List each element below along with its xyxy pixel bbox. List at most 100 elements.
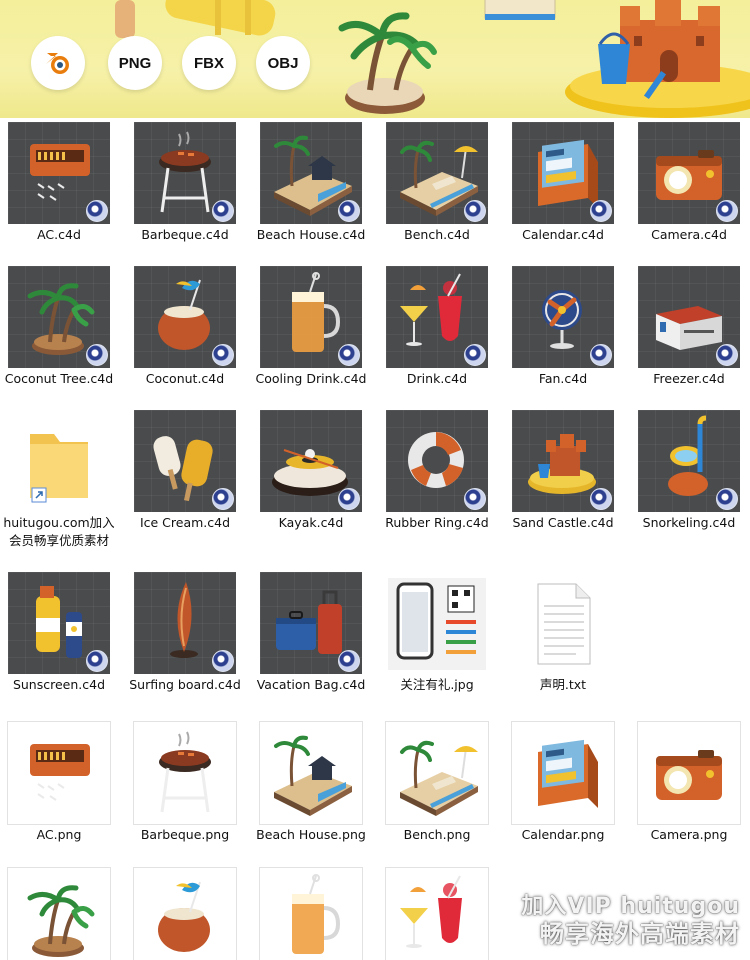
tree-thumbnail <box>8 266 110 368</box>
file-name: 关注有礼.jpg <box>400 677 474 692</box>
file-item[interactable]: huitugou.com加入会员畅享优质素材 <box>0 410 122 550</box>
house-thumbnail <box>260 122 362 224</box>
ring-thumbnail <box>386 410 488 512</box>
cinema4d-icon <box>716 200 738 222</box>
folder-thumbnail <box>8 410 110 512</box>
file-item[interactable]: Coconut.c4d <box>122 266 248 388</box>
blender-icon[interactable] <box>31 36 85 90</box>
bag-thumbnail <box>260 572 362 674</box>
file-name: AC.c4d <box>37 227 81 242</box>
file-item[interactable]: Vacation Bag.c4d <box>248 572 374 694</box>
file-name: Sunscreen.c4d <box>12 677 106 692</box>
file-name: Ice Cream.c4d <box>139 515 231 530</box>
file-name: Bench.c4d <box>404 227 470 242</box>
cinema4d-icon <box>716 344 738 366</box>
camera-thumbnail <box>638 722 740 824</box>
cinema4d-icon <box>464 344 486 366</box>
file-item[interactable]: Barbeque.png <box>122 722 248 844</box>
file-item[interactable]: Sunscreen.c4d <box>0 572 122 694</box>
file-name: Calendar.png <box>521 827 605 842</box>
file-item[interactable]: Ice Cream.c4d <box>122 410 248 532</box>
blender-logo-icon <box>46 53 69 74</box>
file-item[interactable]: Beach House.png <box>248 722 374 844</box>
file-name: Fan.c4d <box>538 371 588 386</box>
cinema4d-icon <box>590 344 612 366</box>
file-item[interactable]: 关注有礼.jpg <box>374 572 500 694</box>
box-decoration <box>484 0 556 20</box>
file-item[interactable]: Camera.png <box>626 722 750 844</box>
bbq-thumbnail <box>134 722 236 824</box>
file-item[interactable]: Freezer.c4d <box>626 266 750 388</box>
fan-thumbnail <box>512 266 614 368</box>
file-item[interactable]: Coconut Tree.c4d <box>0 266 122 388</box>
file-item[interactable]: Snorkeling.c4d <box>626 410 750 532</box>
sand-castle-decoration <box>565 0 750 118</box>
file-name: Coconut.c4d <box>145 371 225 386</box>
file-item[interactable]: Camera.c4d <box>626 122 750 244</box>
cinema4d-icon <box>86 344 108 366</box>
file-item[interactable]: Fan.c4d <box>500 266 626 388</box>
file-name: Beach House.c4d <box>256 227 366 242</box>
file-item[interactable]: Beach House.c4d <box>248 122 374 244</box>
file-item[interactable]: Sand Castle.c4d <box>500 410 626 532</box>
tree-thumbnail <box>8 868 110 960</box>
file-item[interactable]: Rubber Ring.c4d <box>374 410 500 532</box>
watermark-line-2: 畅享海外高端素材 <box>540 920 740 948</box>
file-item[interactable]: AC.c4d <box>0 122 122 244</box>
file-item[interactable] <box>374 868 500 960</box>
file-item[interactable]: Kayak.c4d <box>248 410 374 532</box>
cinema4d-icon <box>464 488 486 510</box>
coconut-thumbnail <box>134 868 236 960</box>
cooling-thumbnail <box>260 868 362 960</box>
file-name: Freezer.c4d <box>653 371 725 386</box>
coconut-thumbnail <box>134 266 236 368</box>
file-item[interactable]: Cooling Drink.c4d <box>248 266 374 388</box>
obj-badge[interactable]: OBJ <box>256 36 310 90</box>
cinema4d-icon <box>86 650 108 672</box>
file-name: Surfing board.c4d <box>129 677 241 692</box>
surf-thumbnail <box>134 572 236 674</box>
file-item[interactable]: Calendar.c4d <box>500 122 626 244</box>
file-item[interactable]: AC.png <box>0 722 122 844</box>
snorkel-thumbnail <box>638 410 740 512</box>
file-item[interactable] <box>248 868 374 960</box>
file-item[interactable]: 声明.txt <box>500 572 626 694</box>
file-item[interactable]: Bench.png <box>374 722 500 844</box>
bbq-thumbnail <box>134 122 236 224</box>
file-name: huitugou.com加入会员畅享优质素材 <box>3 515 115 548</box>
fbx-badge[interactable]: FBX <box>182 36 236 90</box>
file-item[interactable]: Drink.c4d <box>374 266 500 388</box>
cinema4d-icon <box>212 200 234 222</box>
cinema4d-icon <box>212 488 234 510</box>
cinema4d-icon <box>212 344 234 366</box>
file-name: Cooling Drink.c4d <box>255 371 367 386</box>
cinema4d-icon <box>86 200 108 222</box>
file-item[interactable]: Bench.c4d <box>374 122 500 244</box>
file-item[interactable]: Surfing board.c4d <box>122 572 248 694</box>
file-item[interactable] <box>122 868 248 960</box>
cinema4d-icon <box>464 200 486 222</box>
file-name: AC.png <box>36 827 82 842</box>
kayak-thumbnail <box>260 410 362 512</box>
file-name: Calendar.c4d <box>522 227 604 242</box>
png-badge[interactable]: PNG <box>108 36 162 90</box>
txt-thumbnail <box>512 572 614 674</box>
freezer-thumbnail <box>638 266 740 368</box>
file-name: Camera.c4d <box>651 227 727 242</box>
bench-thumbnail <box>386 722 488 824</box>
cinema4d-icon <box>338 344 360 366</box>
calendar-thumbnail <box>512 122 614 224</box>
banner: PNG FBX OBJ <box>0 0 750 118</box>
file-name: Coconut Tree.c4d <box>4 371 114 386</box>
file-name: Sand Castle.c4d <box>512 515 614 530</box>
file-name: Beach House.png <box>256 827 366 842</box>
file-item[interactable] <box>0 868 122 960</box>
file-name: Bench.png <box>403 827 471 842</box>
cinema4d-icon <box>590 200 612 222</box>
drink-thumbnail <box>386 868 488 960</box>
file-name: Barbeque.png <box>140 827 230 842</box>
camera-thumbnail <box>638 122 740 224</box>
file-item[interactable]: Calendar.png <box>500 722 626 844</box>
file-item[interactable]: Barbeque.c4d <box>122 122 248 244</box>
cinema4d-icon <box>338 200 360 222</box>
